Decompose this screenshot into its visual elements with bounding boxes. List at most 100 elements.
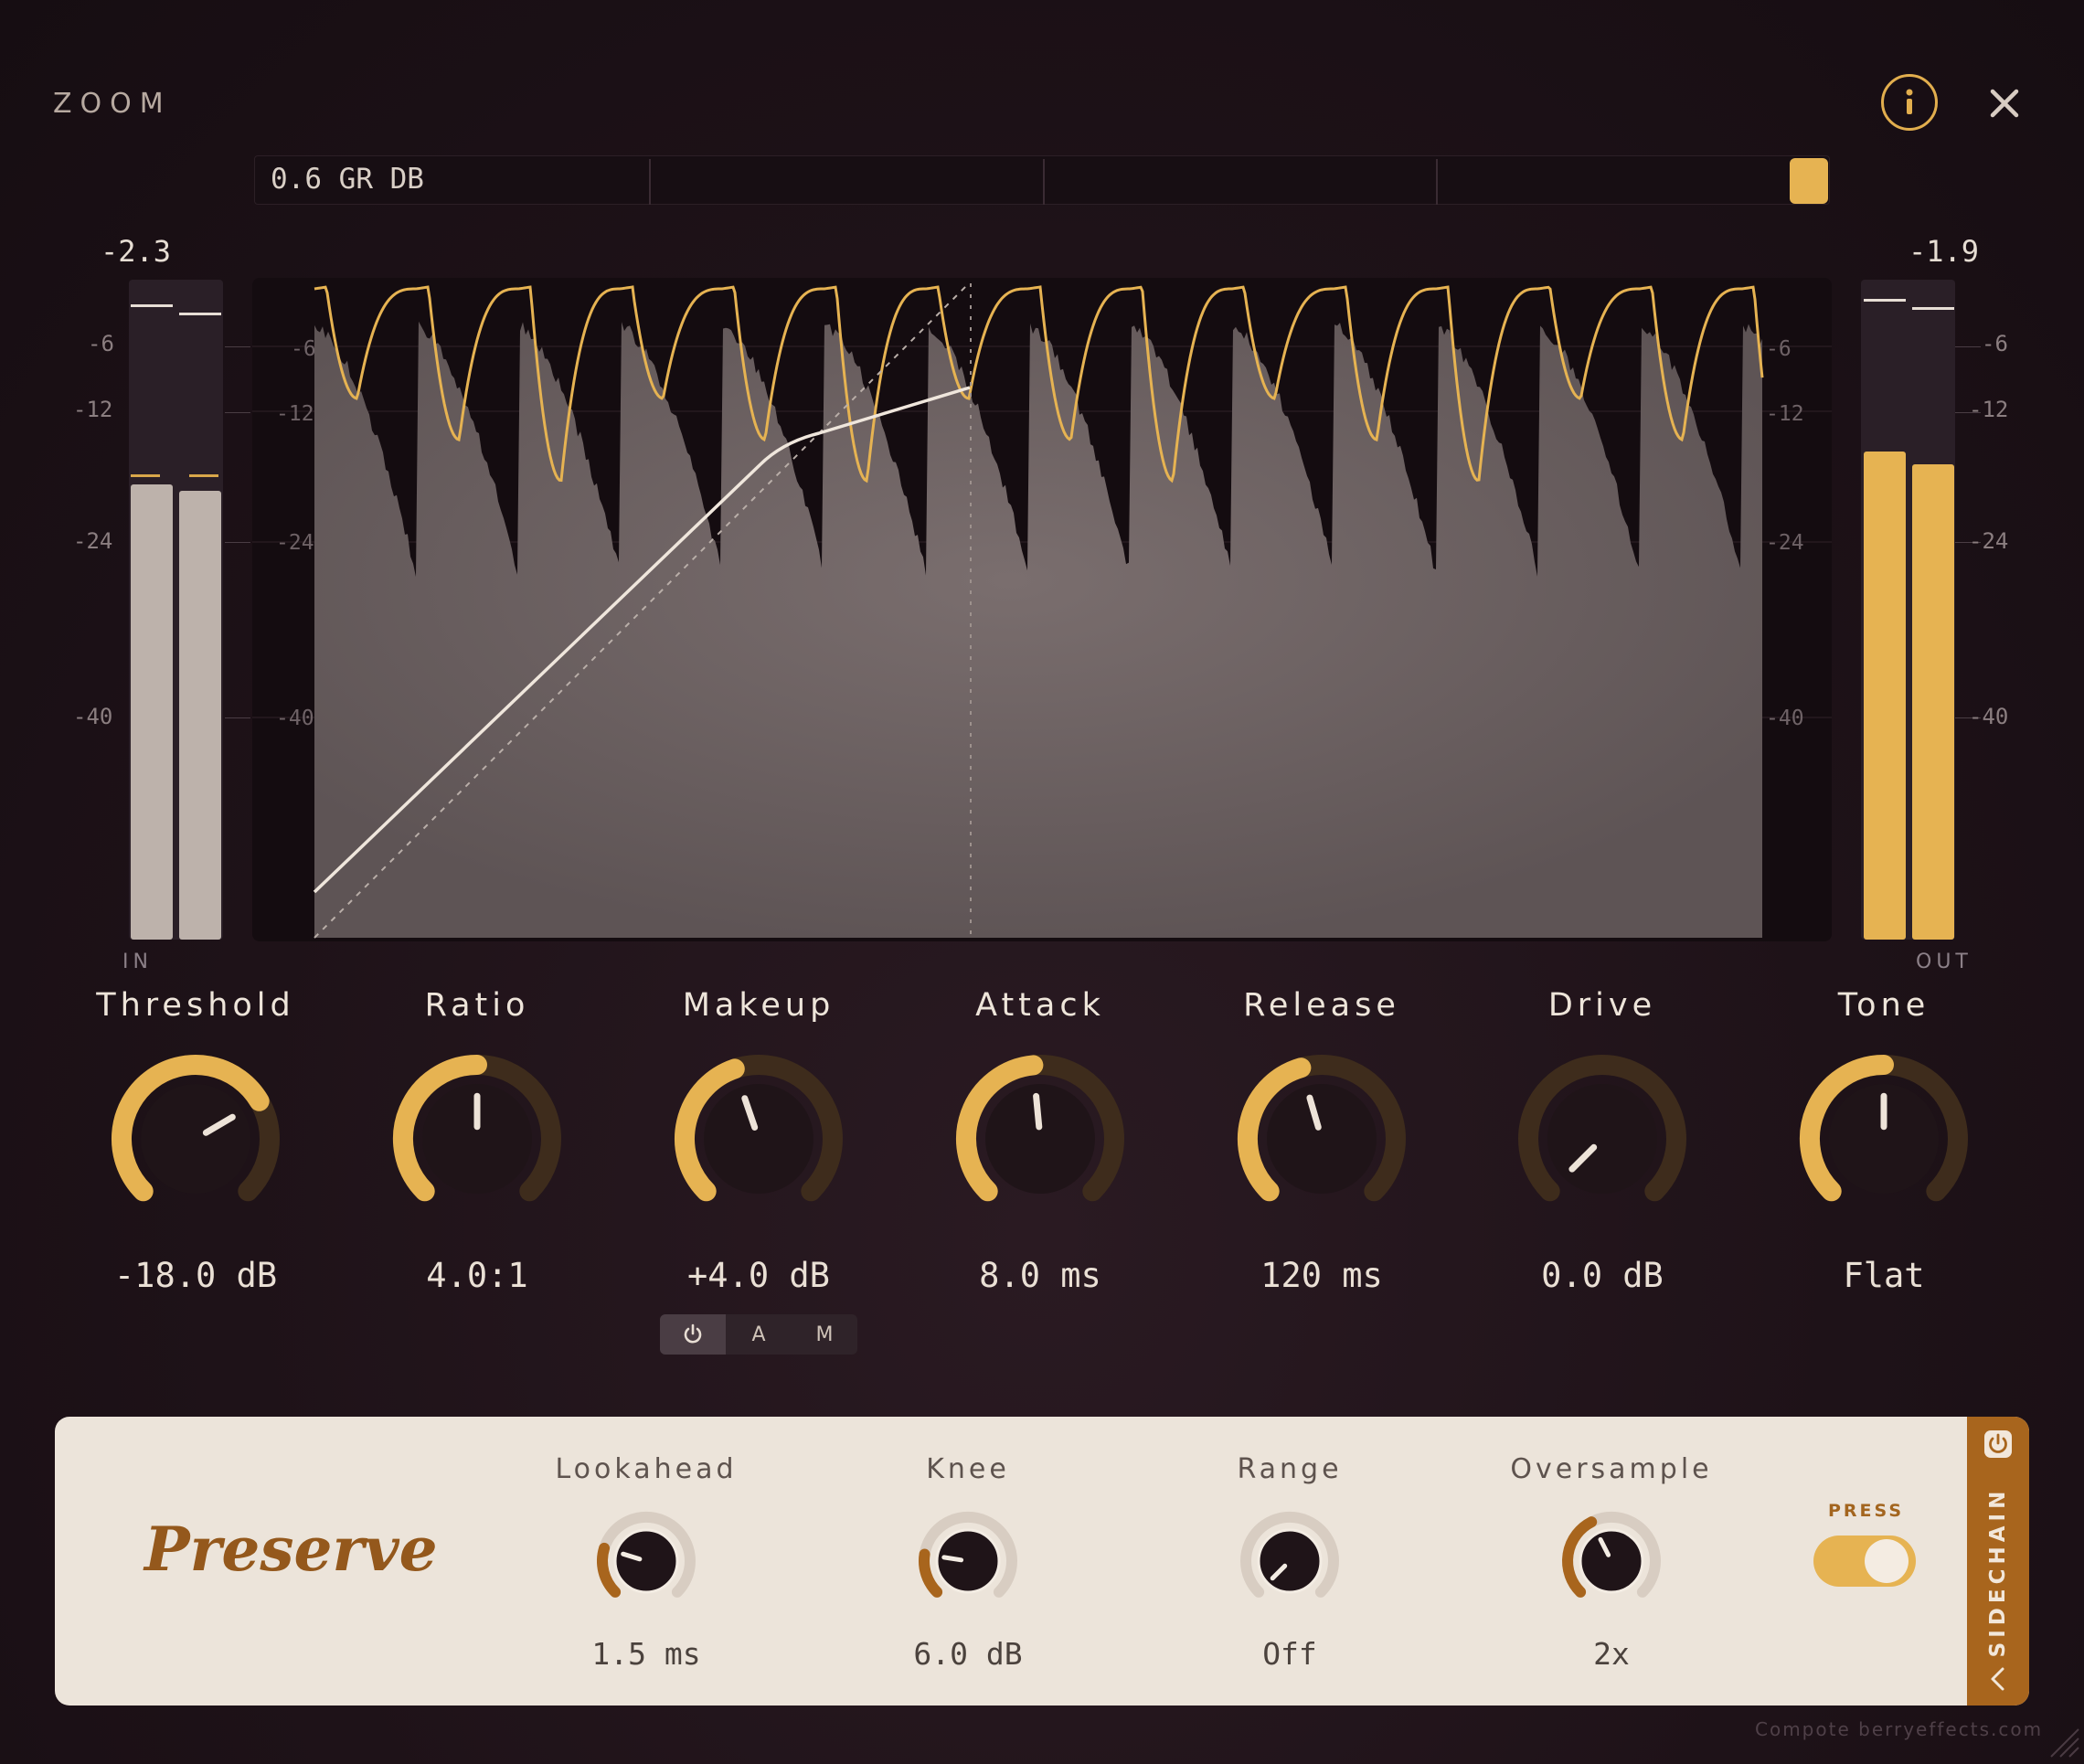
threshold-marker: [189, 474, 218, 477]
output-peak-value: -1.9: [1909, 234, 1979, 269]
input-peak-hold: [131, 304, 173, 307]
knee-knob[interactable]: [911, 1504, 1025, 1618]
in-scale-label: -6: [88, 331, 114, 356]
info-icon: [1884, 77, 1935, 128]
range-knob[interactable]: [1233, 1504, 1346, 1618]
sidechain-label: SIDECHAIN: [1986, 1487, 2010, 1658]
sidechain-power-button[interactable]: [1983, 1429, 2013, 1462]
gain-reduction-bar: [254, 155, 1830, 205]
waveform-display[interactable]: -6 -12 -24 -40 -6 -12 -24 -40: [252, 278, 1832, 941]
attack-knob-indicator: [1037, 1096, 1039, 1127]
drive-label: Drive: [1465, 987, 1739, 1024]
power-icon: [1983, 1429, 2013, 1459]
gr-divider: [1043, 159, 1045, 205]
oversample-knob[interactable]: [1555, 1504, 1668, 1618]
lookahead-knob-cap: [615, 1530, 677, 1592]
output-meter-right-fill: [1912, 464, 1954, 940]
display-scale-label: -24: [1766, 531, 1804, 555]
drive-knob-cap: [1547, 1084, 1657, 1194]
release-knob[interactable]: [1230, 1047, 1413, 1230]
makeup-mode-a-button[interactable]: A: [726, 1314, 792, 1355]
release-knob-cap: [1267, 1084, 1377, 1194]
oversample-label: Oversample: [1474, 1453, 1749, 1485]
makeup-knob-cap: [704, 1084, 813, 1194]
gr-divider: [1436, 159, 1438, 205]
in-scale-label: -12: [73, 397, 112, 422]
close-icon: [1982, 80, 2027, 126]
input-peak-value: -2.3: [101, 234, 171, 269]
knee-knob-indicator: [944, 1557, 962, 1560]
makeup-mode-selector[interactable]: A M: [660, 1314, 857, 1355]
waveform-graph: -6 -12 -24 -40 -6 -12 -24 -40: [252, 278, 1832, 941]
output-peak-hold: [1912, 307, 1954, 310]
knee-knob-value-arc: [924, 1555, 937, 1592]
threshold-marker: [131, 474, 160, 477]
tone-knob[interactable]: [1792, 1047, 1975, 1230]
attack-knob[interactable]: [949, 1047, 1132, 1230]
out-scale-label: -40: [1969, 704, 2008, 729]
attack-knob-cap: [985, 1084, 1095, 1194]
press-toggle-thumb[interactable]: [1865, 1539, 1909, 1583]
makeup-knob[interactable]: [667, 1047, 850, 1230]
info-button[interactable]: [1881, 74, 1938, 131]
makeup-auto-power-button[interactable]: [660, 1314, 726, 1355]
makeup-value[interactable]: +4.0 dB: [622, 1256, 896, 1295]
range-value[interactable]: Off: [1153, 1636, 1427, 1672]
resize-grip-icon[interactable]: [2044, 1722, 2080, 1762]
input-meter-right-fill: [179, 491, 221, 940]
scale-tick: [225, 412, 250, 413]
makeup-label: Makeup: [622, 987, 896, 1024]
gr-divider: [649, 159, 651, 205]
oversample-knob-cap: [1580, 1530, 1643, 1592]
attack-value[interactable]: 8.0 ms: [903, 1256, 1177, 1295]
output-meter-left-fill: [1864, 452, 1906, 940]
range-label: Range: [1153, 1453, 1427, 1485]
display-scale-label: -40: [276, 707, 314, 730]
ratio-knob[interactable]: [386, 1047, 569, 1230]
in-scale-label: -24: [73, 528, 112, 554]
ratio-value[interactable]: 4.0:1: [340, 1256, 614, 1295]
gain-reduction-readout: 0.6 GR DB: [271, 163, 424, 196]
display-scale-label: -12: [276, 402, 314, 426]
drive-knob[interactable]: [1511, 1047, 1694, 1230]
zoom-range-handle[interactable]: [1790, 158, 1828, 204]
makeup-mode-m-button[interactable]: M: [792, 1314, 857, 1355]
output-label: OUT: [1916, 951, 1972, 973]
knee-label: Knee: [831, 1453, 1105, 1485]
release-value[interactable]: 120 ms: [1185, 1256, 1459, 1295]
out-scale-label: -24: [1969, 528, 2008, 554]
release-label: Release: [1185, 987, 1459, 1024]
tone-label: Tone: [1747, 987, 2021, 1024]
input-meter-left-fill: [131, 484, 173, 940]
out-scale-label: -6: [1982, 331, 2008, 356]
display-scale-label: -6: [1766, 337, 1792, 361]
oversample-value[interactable]: 2x: [1474, 1636, 1749, 1672]
display-scale-label: -6: [291, 337, 316, 361]
in-scale-label: -40: [73, 704, 112, 729]
lookahead-label: Lookahead: [509, 1453, 783, 1485]
attack-label: Attack: [903, 987, 1177, 1024]
output-peak-hold: [1864, 299, 1906, 302]
chevron-left-icon[interactable]: [1987, 1665, 2009, 1696]
mode-name[interactable]: Preserve: [144, 1514, 438, 1585]
tone-value[interactable]: Flat: [1747, 1256, 2021, 1295]
knee-value[interactable]: 6.0 dB: [831, 1636, 1105, 1672]
input-signal-area: [314, 322, 1762, 938]
threshold-label: Threshold: [58, 987, 333, 1024]
range-knob-cap: [1259, 1530, 1321, 1592]
threshold-value[interactable]: -18.0 dB: [58, 1256, 333, 1295]
knee-knob-cap: [937, 1530, 999, 1592]
lookahead-value[interactable]: 1.5 ms: [509, 1636, 783, 1672]
zoom-label[interactable]: ZOOM: [53, 88, 172, 120]
display-scale-label: -12: [1766, 402, 1804, 426]
lookahead-knob[interactable]: [590, 1504, 703, 1618]
lookahead-knob-value-arc: [602, 1548, 615, 1592]
display-scale-label: -40: [1766, 707, 1804, 730]
close-button[interactable]: [1982, 80, 2027, 126]
scale-tick: [1955, 346, 1981, 347]
drive-value[interactable]: 0.0 dB: [1465, 1256, 1739, 1295]
scale-tick: [225, 346, 250, 347]
threshold-knob[interactable]: [104, 1047, 287, 1230]
input-peak-hold: [179, 313, 221, 315]
footer-credit: Compote berryeffects.com: [1755, 1718, 2043, 1740]
